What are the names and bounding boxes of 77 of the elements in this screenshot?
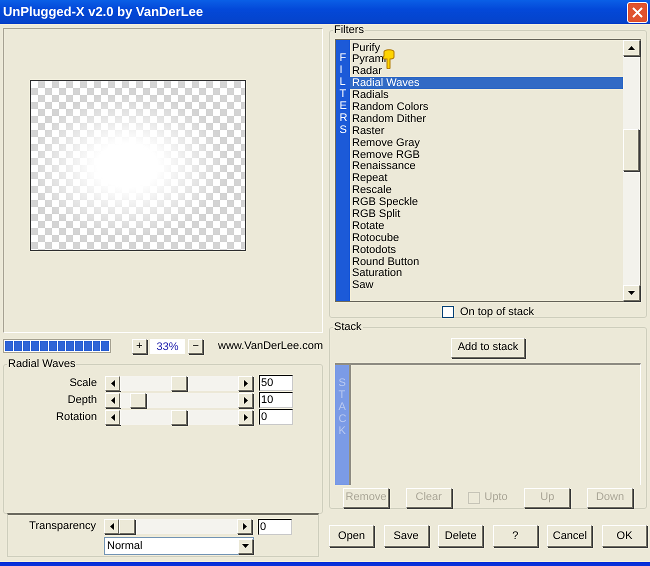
right-arrow-button[interactable] [238,410,253,424]
value-field[interactable]: 50 [259,375,293,391]
dialog-button[interactable]: Delete [438,525,484,547]
right-arrow-button[interactable] [237,519,252,534]
filter-item[interactable]: Repeat [350,172,623,184]
left-triangle-icon [110,523,114,530]
slider-label: Depth [66,392,98,408]
value-field[interactable]: 10 [259,392,293,408]
filter-item[interactable]: Remove Gray [350,136,623,149]
website-link[interactable]: www.VanDerLee.com [218,338,323,354]
scroll-down-button[interactable] [623,284,640,300]
group-title: Radial Waves [7,357,76,372]
filter-item[interactable]: RGB Split [350,208,623,220]
window-title: UnPlugged-X v2.0 by VanDerLee [3,3,204,22]
slider-thumb[interactable] [171,376,187,390]
checkbox-label: Upto [484,490,508,506]
value-field[interactable]: 0 [259,409,293,425]
filter-item[interactable]: Saturation [350,267,623,280]
zoom-in-button[interactable]: + [132,338,147,354]
close-button[interactable] [627,2,648,22]
group-title: Filters [333,23,365,38]
close-icon [632,6,643,18]
filter-item[interactable]: Radial Waves [350,77,623,90]
left-triangle-icon [110,380,114,386]
scroll-thumb[interactable] [623,129,639,171]
dialog-button[interactable]: Open [329,525,374,547]
scroll-up-button[interactable] [623,40,640,56]
left-triangle-icon [110,414,114,420]
filter-item[interactable]: Purify [350,42,623,54]
slider-label: Scale [68,376,98,391]
filter-item[interactable]: Rotocube [350,232,623,244]
filter-item[interactable]: Radar [350,65,623,78]
slider-thumb[interactable] [119,519,135,534]
filter-item[interactable]: Remove RGB [350,148,623,160]
side-label: FILTERS [340,52,346,136]
left-arrow-button[interactable] [105,376,120,390]
filter-item[interactable]: Saw [350,279,623,292]
checkbox[interactable] [442,306,454,318]
left-arrow-button[interactable] [105,410,120,424]
blend-mode-dropdown[interactable]: Normal [104,537,254,555]
checkbox-label: On top of stack [460,304,534,320]
value-field[interactable]: 0 [258,518,292,534]
scrollbar[interactable] [623,40,640,300]
add-to-stack-button[interactable]: Add to stack [450,338,526,358]
filter-item[interactable]: Round Button [350,256,623,268]
up-triangle-icon [628,46,635,50]
group-title: Stack [333,320,363,335]
left-arrow-button[interactable] [105,392,120,408]
slider-thumb[interactable] [130,392,146,408]
filter-item[interactable]: Raster [350,124,623,137]
zoom-level: 33% [150,338,186,354]
filter-item[interactable]: Radials [350,89,623,101]
filter-item[interactable]: Random Colors [350,100,623,113]
slider-label: Transparency [28,519,97,534]
dialog-button[interactable]: Cancel [547,525,592,547]
slider-thumb[interactable] [171,410,187,424]
zoom-out-button[interactable]: − [188,338,204,354]
slider-label: Rotation [55,410,98,425]
dialog-button[interactable]: Save [384,525,429,547]
left-arrow-button[interactable] [104,519,119,534]
filter-item[interactable]: Rescale [350,184,623,196]
filter-item[interactable]: RGB Speckle [350,196,623,208]
filter-item[interactable]: Random Dither [350,112,623,125]
right-triangle-icon [242,523,246,530]
dialog-button[interactable]: OK [602,525,647,547]
down-triangle-icon [628,290,635,294]
filter-item[interactable]: Renaissance [350,160,623,172]
left-triangle-icon [110,396,114,404]
right-arrow-button[interactable] [238,392,253,408]
right-arrow-button[interactable] [238,376,253,390]
side-label: STACK [338,376,346,436]
dialog-button[interactable]: ? [492,525,538,547]
right-triangle-icon [244,380,248,386]
right-triangle-icon [244,414,248,420]
right-triangle-icon [244,396,248,404]
filter-item[interactable]: Rotodots [350,244,623,256]
filter-item[interactable]: Rotate [350,220,623,232]
